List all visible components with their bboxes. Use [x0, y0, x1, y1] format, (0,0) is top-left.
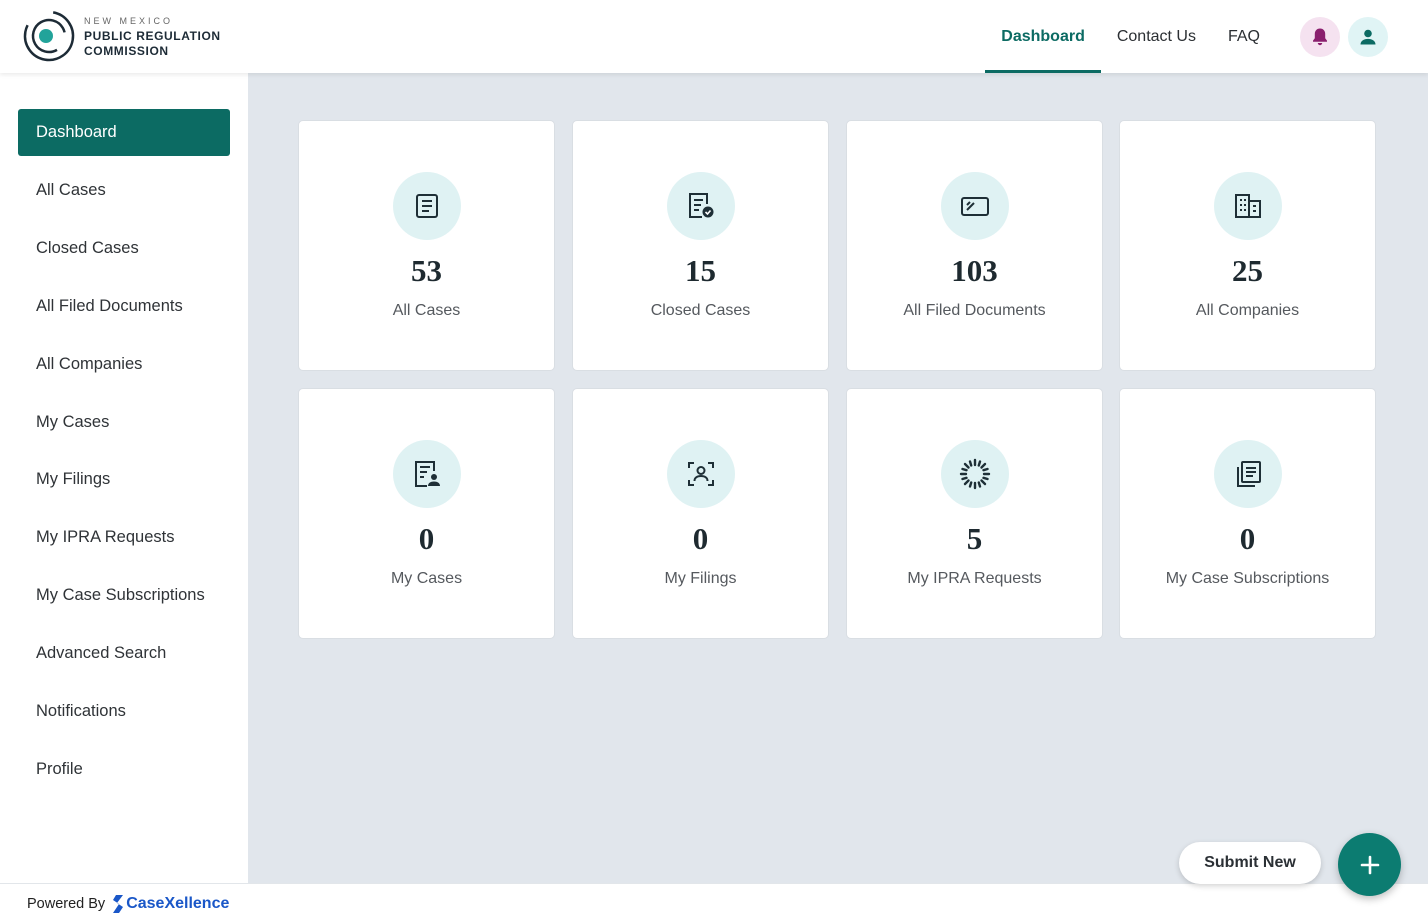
card-value: 0 — [1239, 521, 1256, 556]
card-all-filed-documents[interactable]: 103 All Filed Documents — [846, 120, 1103, 371]
casexellence-logo[interactable]: CaseXellence — [111, 894, 229, 914]
logo-line-2: COMMISSION — [84, 43, 169, 58]
card-label: All Filed Documents — [903, 302, 1046, 319]
card-label: All Companies — [1195, 302, 1300, 319]
building-icon — [1235, 194, 1261, 218]
top-nav: Dashboard Contact Us FAQ — [985, 0, 1428, 73]
card-my-case-subscriptions[interactable]: 0 My Case Subscriptions — [1119, 388, 1376, 639]
sidebar-item-closed-cases[interactable]: Closed Cases — [18, 225, 230, 272]
prc-logo[interactable]: NEW MEXICO PUBLIC REGULATION COMMISSION — [22, 8, 221, 64]
card-label: Closed Cases — [650, 302, 751, 319]
submit-new-fab[interactable] — [1338, 833, 1401, 896]
logo-line-1: PUBLIC REGULATION — [84, 28, 221, 43]
document-list-icon — [416, 194, 438, 218]
card-value: 25 — [1232, 253, 1263, 288]
card-my-filings[interactable]: 0 My Filings — [572, 388, 829, 639]
sidebar-item-advanced-search[interactable]: Advanced Search — [18, 630, 230, 677]
card-value: 53 — [411, 253, 442, 288]
sidebar-item-all-filed-documents[interactable]: All Filed Documents — [18, 283, 230, 330]
card-label: My IPRA Requests — [907, 570, 1042, 587]
card-value: 15 — [685, 253, 716, 288]
sidebar-item-notifications[interactable]: Notifications — [18, 688, 230, 735]
card-all-companies[interactable]: 25 All Companies — [1119, 120, 1376, 371]
footer: Powered By CaseXellence — [0, 883, 1428, 923]
submit-new-button[interactable]: Submit New — [1179, 842, 1321, 884]
folder-icon — [961, 197, 989, 216]
user-icon — [1360, 29, 1376, 44]
card-value: 103 — [951, 253, 998, 288]
logo-state: NEW MEXICO — [84, 15, 174, 26]
nav-contact-us[interactable]: Contact Us — [1101, 0, 1212, 73]
card-my-ipra-requests[interactable]: 5 My IPRA Requests — [846, 388, 1103, 639]
profile-button[interactable] — [1348, 16, 1388, 57]
card-label: My Filings — [664, 570, 737, 587]
card-label: My Case Subscriptions — [1165, 570, 1330, 587]
casexellence-mark-icon — [113, 894, 124, 913]
card-value: 5 — [966, 521, 983, 556]
sidebar-item-my-cases[interactable]: My Cases — [18, 399, 230, 446]
sidebar-item-my-case-subscriptions[interactable]: My Case Subscriptions — [18, 572, 230, 619]
card-value: 0 — [692, 521, 709, 556]
bell-icon — [1313, 28, 1327, 45]
sidebar: Dashboard All Cases Closed Cases All Fil… — [0, 73, 248, 883]
card-label: My Cases — [390, 570, 463, 587]
stacked-documents-icon — [1237, 461, 1261, 487]
sidebar-item-dashboard[interactable]: Dashboard — [18, 109, 230, 156]
sidebar-item-profile[interactable]: Profile — [18, 746, 230, 793]
card-my-cases[interactable]: 0 My Cases — [298, 388, 555, 639]
sidebar-item-my-filings[interactable]: My Filings — [18, 456, 230, 503]
card-value: 0 — [418, 521, 435, 556]
sidebar-item-all-cases[interactable]: All Cases — [18, 167, 230, 214]
nav-dashboard[interactable]: Dashboard — [985, 0, 1101, 73]
document-check-icon — [689, 193, 714, 218]
brand-name: CaseXellence — [126, 894, 230, 912]
card-closed-cases[interactable]: 15 Closed Cases — [572, 120, 829, 371]
document-person-icon — [415, 461, 440, 487]
sidebar-item-all-companies[interactable]: All Companies — [18, 341, 230, 388]
sidebar-item-my-ipra-requests[interactable]: My IPRA Requests — [18, 514, 230, 561]
card-all-cases[interactable]: 53 All Cases — [298, 120, 555, 371]
notifications-button[interactable] — [1300, 16, 1340, 57]
nav-faq[interactable]: FAQ — [1212, 0, 1276, 73]
top-header: NEW MEXICO PUBLIC REGULATION COMMISSION … — [0, 0, 1428, 73]
card-label: All Cases — [392, 302, 461, 319]
prc-logo-icon — [23, 10, 75, 62]
powered-by-label: Powered By — [27, 895, 106, 912]
plus-icon — [1360, 855, 1379, 874]
spinner-icon — [959, 458, 991, 490]
person-frame-icon — [688, 462, 714, 486]
